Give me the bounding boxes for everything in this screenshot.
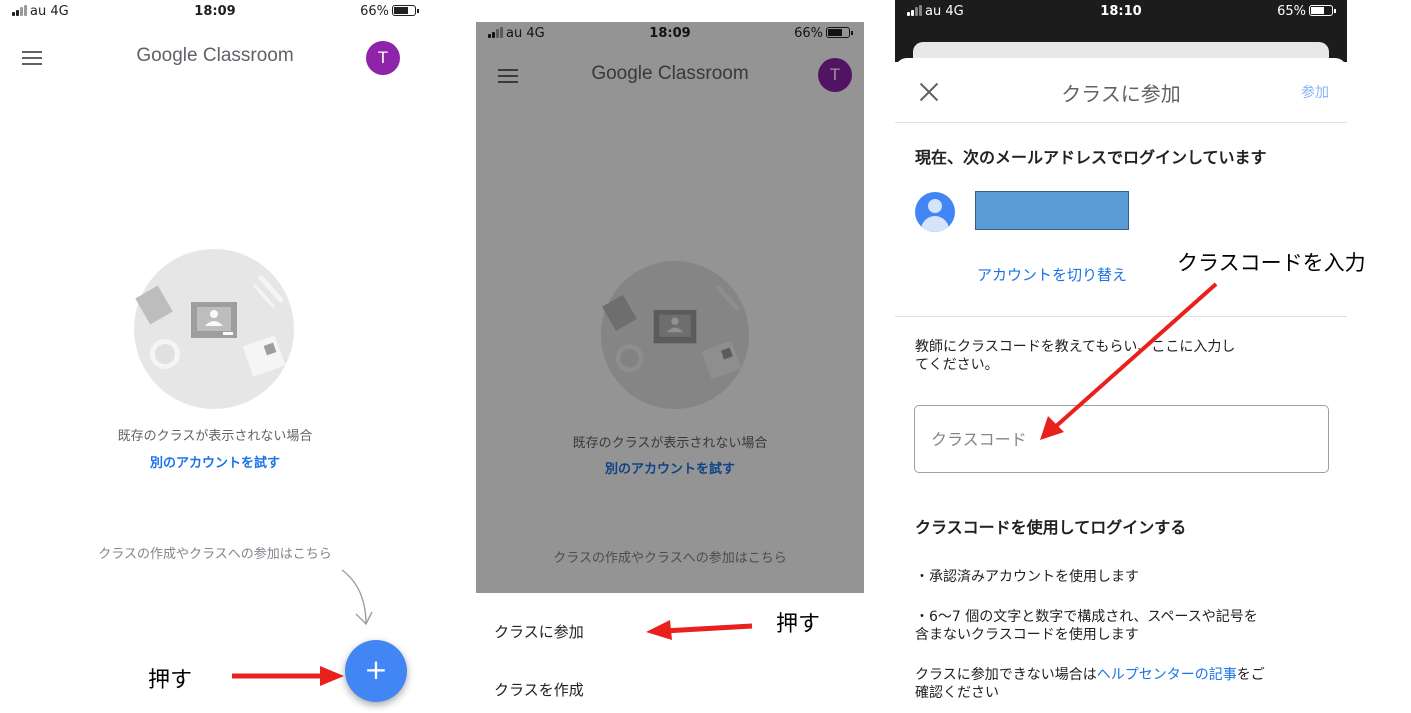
bullet-code-format: ・6〜7 個の文字と数字で構成され、スペースや記号を 含まないクラスコードを使用… (915, 609, 1258, 643)
create-join-hint: クラスの作成やクラスへの参加はこちら (98, 547, 332, 562)
empty-classroom-illustration (134, 249, 294, 409)
join-button[interactable]: 参加 (1301, 82, 1329, 102)
battery-icon (1309, 5, 1336, 16)
divider (895, 122, 1347, 123)
avatar[interactable]: T (366, 41, 400, 75)
bullet-approved-account: ・承認済みアカウントを使用します (915, 569, 1139, 585)
red-arrow-icon (1040, 282, 1218, 440)
screen-home-menu-open: au 4G 18:09 66% Google Classroom T 既存のクラ… (476, 22, 864, 713)
battery: 65% (1277, 4, 1336, 19)
annotation-press-label: 押す (776, 612, 821, 637)
join-class-menu-item[interactable]: クラスに参加 (494, 621, 584, 642)
battery-icon (392, 5, 419, 16)
annotation-enter-code-label: クラスコードを入力 (1177, 251, 1366, 275)
red-arrow-icon (232, 666, 344, 686)
create-class-menu-item[interactable]: クラスを作成 (494, 679, 584, 700)
hint-arrow-icon (341, 569, 373, 626)
no-class-message: 既存のクラスが表示されない場合 (117, 429, 313, 444)
login-with-code-heading: クラスコードを使用してログインする (915, 518, 1187, 537)
help-text: クラスに参加できない場合はヘルプセンターの記事をご 確認ください (915, 667, 1265, 701)
logged-in-heading: 現在、次のメールアドレスでログインしています (915, 148, 1267, 167)
account-avatar-icon (915, 192, 955, 232)
annotation-press-label: 押す (148, 668, 193, 693)
help-center-link[interactable]: ヘルプセンターの記事 (1097, 667, 1237, 683)
try-other-account-link[interactable]: 別のアカウントを試す (0, 452, 430, 471)
app-bar: Google Classroom T (0, 38, 430, 78)
red-arrow-icon (646, 620, 753, 640)
scrim-overlay[interactable] (476, 22, 864, 593)
screen-home: au 4G 18:09 66% Google Classroom T 既存のクラ… (0, 0, 430, 713)
add-fab-button[interactable]: + (345, 640, 407, 702)
dialog-title: クラスに参加 (1061, 82, 1181, 106)
battery: 66% (360, 4, 419, 19)
status-bar: au 4G 18:09 66% (0, 0, 430, 26)
redacted-email (975, 191, 1129, 230)
